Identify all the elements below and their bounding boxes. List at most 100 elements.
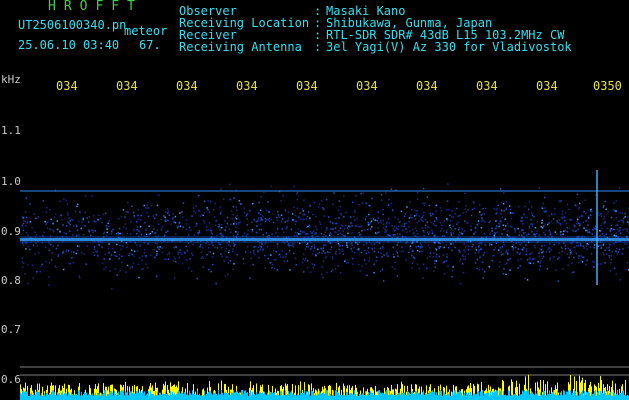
noise-pixel: [608, 243, 611, 245]
noise-pixel: [339, 272, 342, 274]
noise-pixel: [452, 216, 455, 218]
level-bar: [294, 395, 295, 400]
noise-pixel: [431, 231, 434, 234]
noise-pixel: [382, 213, 384, 216]
level-bar: [269, 390, 270, 400]
level-bar: [510, 395, 511, 400]
noise-pixel: [233, 263, 235, 265]
noise-pixel: [489, 220, 491, 222]
noise-pixel: [392, 228, 395, 230]
level-spike: [600, 376, 601, 392]
noise-pixel: [191, 252, 193, 254]
noise-pixel: [593, 261, 595, 264]
noise-pixel: [414, 218, 417, 220]
noise-pixel: [541, 227, 544, 229]
noise-pixel: [160, 229, 163, 231]
noise-pixel: [545, 210, 547, 212]
level-bar: [288, 391, 289, 400]
noise-pixel: [585, 228, 587, 230]
level-bar: [382, 392, 383, 400]
noise-pixel: [164, 211, 167, 213]
carrier-line-glow: [20, 236, 629, 243]
noise-pixel: [145, 256, 147, 258]
noise-pixel: [312, 213, 314, 216]
level-bar: [438, 395, 439, 400]
noise-pixel: [211, 233, 214, 235]
level-bar: [504, 395, 505, 400]
level-spike: [295, 385, 296, 396]
noise-pixel: [505, 208, 507, 211]
noise-pixel: [218, 223, 220, 226]
noise-pixel: [443, 246, 445, 249]
noise-pixel: [22, 217, 25, 220]
noise-pixel: [107, 225, 110, 228]
noise-pixel: [510, 217, 513, 220]
noise-pixel: [522, 232, 525, 234]
level-bar: [231, 391, 232, 400]
noise-pixel: [191, 215, 193, 217]
noise-pixel: [353, 247, 355, 249]
noise-pixel: [349, 216, 352, 218]
level-spike: [63, 388, 64, 395]
noise-pixel: [93, 254, 96, 256]
noise-pixel: [305, 218, 308, 220]
noise-pixel: [570, 219, 573, 221]
level-bar: [115, 394, 116, 400]
noise-pixel: [496, 207, 498, 210]
noise-pixel: [321, 266, 324, 268]
noise-pixel: [529, 253, 531, 255]
noise-pixel: [459, 258, 462, 260]
level-bar: [297, 393, 298, 400]
noise-pixel: [142, 268, 144, 270]
level-spike: [78, 386, 79, 391]
noise-pixel: [140, 218, 142, 221]
noise-pixel: [346, 244, 348, 246]
level-spike: [315, 389, 316, 394]
noise-pixel: [260, 196, 262, 198]
noise-pixel: [490, 243, 493, 246]
level-bar: [494, 390, 495, 400]
noise-pixel: [284, 208, 286, 211]
noise-pixel: [515, 246, 517, 249]
level-spike: [411, 384, 412, 392]
noise-pixel: [338, 244, 340, 246]
level-bar: [395, 391, 396, 400]
noise-pixel: [179, 251, 181, 254]
noise-pixel: [307, 225, 309, 228]
level-spike: [468, 385, 469, 393]
level-bar: [155, 391, 156, 400]
noise-pixel: [408, 217, 411, 219]
noise-pixel: [613, 242, 616, 245]
noise-pixel: [346, 262, 348, 264]
noise-pixel: [307, 211, 310, 213]
level-spike: [311, 383, 312, 391]
level-bar: [393, 394, 394, 400]
level-bar: [184, 392, 185, 400]
level-spike: [473, 384, 474, 394]
level-spike: [336, 382, 337, 390]
noise-pixel: [418, 267, 421, 270]
noise-pixel: [148, 225, 150, 227]
noise-pixel: [386, 221, 388, 224]
noise-pixel: [470, 214, 473, 217]
noise-pixel: [610, 259, 612, 261]
noise-pixel: [66, 203, 69, 205]
noise-pixel: [405, 258, 407, 261]
noise-pixel: [506, 258, 509, 261]
level-bar: [567, 392, 568, 400]
level-spike: [61, 390, 62, 394]
noise-pixel: [132, 262, 135, 264]
level-bar: [363, 393, 364, 400]
level-bar: [55, 395, 56, 400]
noise-pixel: [557, 242, 560, 245]
noise-pixel: [566, 253, 568, 255]
level-bar: [44, 393, 45, 400]
noise-pixel: [163, 215, 165, 217]
noise-pixel: [24, 211, 27, 213]
noise-pixel: [137, 214, 139, 217]
level-bar: [562, 395, 563, 400]
noise-pixel: [527, 233, 530, 235]
level-bar: [385, 391, 386, 400]
noise-pixel: [340, 224, 342, 226]
level-bar: [407, 391, 408, 400]
